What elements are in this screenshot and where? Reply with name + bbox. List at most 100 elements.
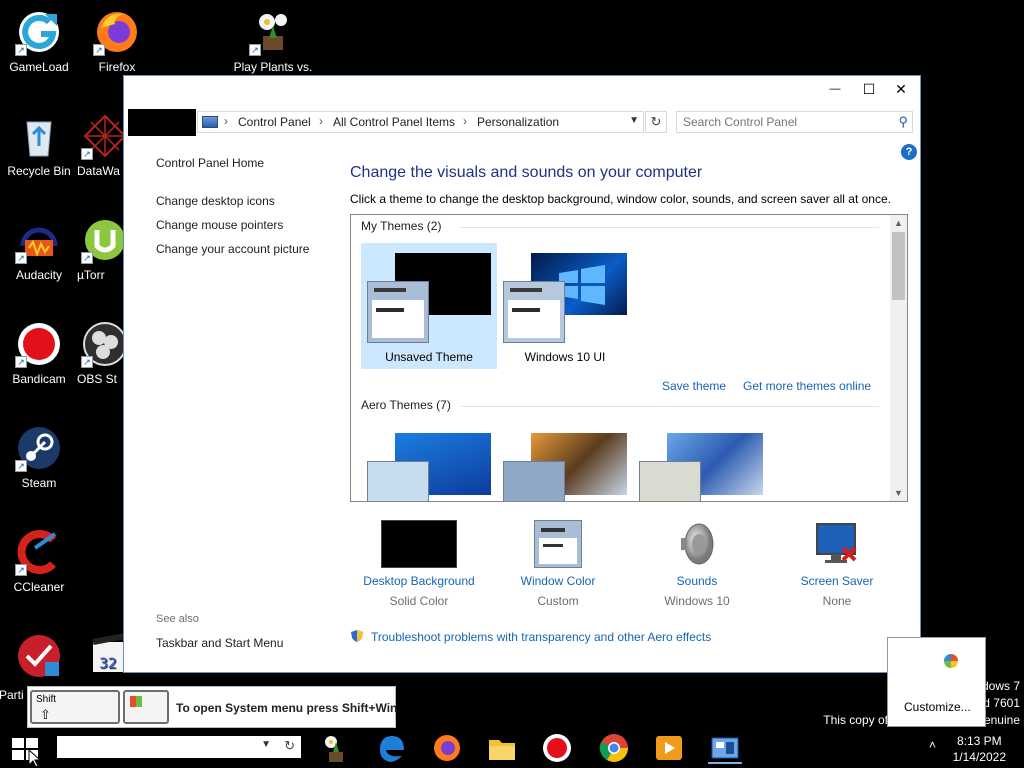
taskbar-plants-vs[interactable] <box>319 732 353 764</box>
title-bar[interactable]: — ☐ ✕ <box>124 76 920 104</box>
desktop-icon-plants-vs[interactable]: ↗ Play Plants vs. <box>233 8 313 74</box>
theme-list: My Themes (2) Unsaved Theme Windows 10 U… <box>350 214 908 502</box>
breadcrumb-control-panel[interactable]: Control Panel <box>238 115 311 129</box>
theme-windows10-ui[interactable]: Windows 10 UI <box>497 243 633 369</box>
theme-aero-landscapes[interactable] <box>633 423 769 501</box>
firefox-icon: ↗ <box>93 8 141 56</box>
window-color-setting[interactable]: Window Color Custom <box>488 520 628 608</box>
refresh-button[interactable]: ↻ <box>645 111 667 133</box>
sounds-setting[interactable]: Sounds Windows 10 <box>627 520 767 608</box>
taskbar-clock[interactable]: 8:13 PM 1/14/2022 <box>953 733 1006 765</box>
maximize-button[interactable]: ☐ <box>852 76 886 102</box>
taskbar-chrome[interactable] <box>597 732 631 764</box>
screen-saver-label[interactable]: Screen Saver <box>767 574 907 588</box>
change-mouse-pointers-link[interactable]: Change mouse pointers <box>156 218 346 232</box>
desktop-background-icon <box>381 520 457 568</box>
windows-flag-icon <box>130 696 142 707</box>
control-panel-icon <box>711 737 739 759</box>
taskbar-start-menu-link[interactable]: Taskbar and Start Menu <box>156 636 283 650</box>
shift-arrow-icon: ⇧ <box>40 707 51 722</box>
help-icon[interactable]: ? <box>901 144 917 160</box>
clock-time: 8:13 PM <box>956 734 1002 748</box>
customize-button[interactable]: Customize... <box>904 700 971 714</box>
chevron-down-icon[interactable]: ▼ <box>261 739 271 750</box>
scroll-thumb[interactable] <box>892 232 905 300</box>
desktop-icon-recycle-bin[interactable]: Recycle Bin <box>0 112 79 178</box>
refresh-icon: ↻ <box>650 114 662 129</box>
back-forward-buttons[interactable] <box>128 109 196 136</box>
breadcrumb-all-items[interactable]: All Control Panel Items <box>333 115 455 129</box>
tray-app-icon[interactable] <box>944 654 958 668</box>
svg-text:32: 32 <box>99 656 117 672</box>
avast-icon <box>15 632 63 680</box>
left-navigation: Control Panel Home Change desktop icons … <box>156 156 346 266</box>
screen-saver-value: None <box>822 594 852 608</box>
desktop-icon-gameload[interactable]: ↗ GameLoad <box>0 8 79 74</box>
tray-overflow-popup: Customize... <box>887 637 986 727</box>
window-color-preview <box>639 461 701 501</box>
breadcrumb-personalization[interactable]: Personalization <box>477 115 559 129</box>
theme-unsaved[interactable]: Unsaved Theme <box>361 243 497 369</box>
desktop-background-setting[interactable]: Desktop Background Solid Color <box>349 520 489 608</box>
theme-list-scrollbar[interactable]: ▲ ▼ <box>890 215 907 501</box>
shield-icon <box>351 630 363 642</box>
taskbar-control-panel[interactable] <box>708 732 742 764</box>
taskbar-edge[interactable] <box>374 732 408 764</box>
search-icon[interactable]: ⚲ <box>898 114 908 130</box>
change-account-picture-link[interactable]: Change your account picture <box>156 242 346 256</box>
search-input[interactable] <box>683 115 883 129</box>
see-also-heading: See also <box>156 613 199 625</box>
scroll-up-icon[interactable]: ▲ <box>890 215 907 231</box>
desktop-background-label[interactable]: Desktop Background <box>349 574 489 588</box>
windows-watermark-line2: d 7601 <box>983 696 1020 710</box>
taskbar-firefox[interactable] <box>430 732 464 764</box>
desktop-icon-obs[interactable]: ↗ OBS St <box>77 320 127 386</box>
edge-icon <box>380 736 404 762</box>
desktop-icon-steam[interactable]: ↗ Steam <box>0 424 79 490</box>
bandicam-icon: ↗ <box>15 320 63 368</box>
window-color-label[interactable]: Window Color <box>488 574 628 588</box>
taskbar-bandicam[interactable] <box>540 732 574 764</box>
chevron-up-icon[interactable]: ˄ <box>929 738 936 752</box>
desktop-icon-ccleaner[interactable]: ↗ CCleaner <box>0 528 79 594</box>
chevron-down-icon[interactable]: ▼ <box>629 115 639 126</box>
firefox-icon <box>434 735 460 761</box>
system-menu-hint-text: To open System menu press Shift+Win <box>176 701 398 715</box>
sounds-label[interactable]: Sounds <box>627 574 767 588</box>
change-desktop-icons-link[interactable]: Change desktop icons <box>156 194 346 208</box>
sounds-value: Windows 10 <box>664 594 730 608</box>
refresh-icon[interactable]: ↻ <box>284 738 295 754</box>
desktop-icon-utorrent[interactable]: ↗ µTorr <box>77 216 127 282</box>
divider <box>461 406 879 407</box>
window-color-preview <box>503 461 565 501</box>
scroll-down-icon[interactable]: ▼ <box>890 485 907 501</box>
search-box[interactable]: ⚲ <box>676 111 913 133</box>
chrome-icon <box>599 734 628 762</box>
steam-icon: ↗ <box>15 424 63 472</box>
taskbar-media-player[interactable] <box>652 732 686 764</box>
divider <box>461 227 879 228</box>
close-button[interactable]: ✕ <box>884 76 918 102</box>
windows-watermark-line1: dows 7 <box>981 679 1020 693</box>
desktop-icon-bandicam[interactable]: ↗ Bandicam <box>0 320 79 386</box>
screen-saver-setting[interactable]: Screen Saver None <box>767 520 907 608</box>
page-description: Click a theme to change the desktop back… <box>350 192 891 206</box>
folder-icon <box>489 740 515 760</box>
theme-aero-windows[interactable] <box>361 423 497 501</box>
desktop-icon-datawa[interactable]: ↗ DataWa <box>77 112 127 178</box>
plant-icon <box>325 736 343 762</box>
save-theme-link[interactable]: Save theme <box>662 379 726 393</box>
desktop-icon-audacity[interactable]: ↗ Audacity <box>0 216 79 282</box>
desktop-icon-firefox[interactable]: ↗ Firefox <box>77 8 157 74</box>
control-panel-home-link[interactable]: Control Panel Home <box>156 156 346 170</box>
get-more-themes-link[interactable]: Get more themes online <box>743 379 871 393</box>
window-color-value: Custom <box>537 594 579 608</box>
theme-aero-architecture[interactable] <box>497 423 633 501</box>
troubleshoot-link[interactable]: Troubleshoot problems with transparency … <box>371 630 711 644</box>
aero-themes-label: Aero Themes (7) <box>361 398 451 412</box>
taskbar-file-explorer[interactable] <box>485 732 519 764</box>
windows-key <box>123 690 169 724</box>
address-bar[interactable]: › Control Panel › All Control Panel Item… <box>197 111 644 133</box>
minimize-button[interactable]: — <box>818 76 852 102</box>
taskbar-search-box[interactable]: ▼ ↻ <box>57 736 301 758</box>
